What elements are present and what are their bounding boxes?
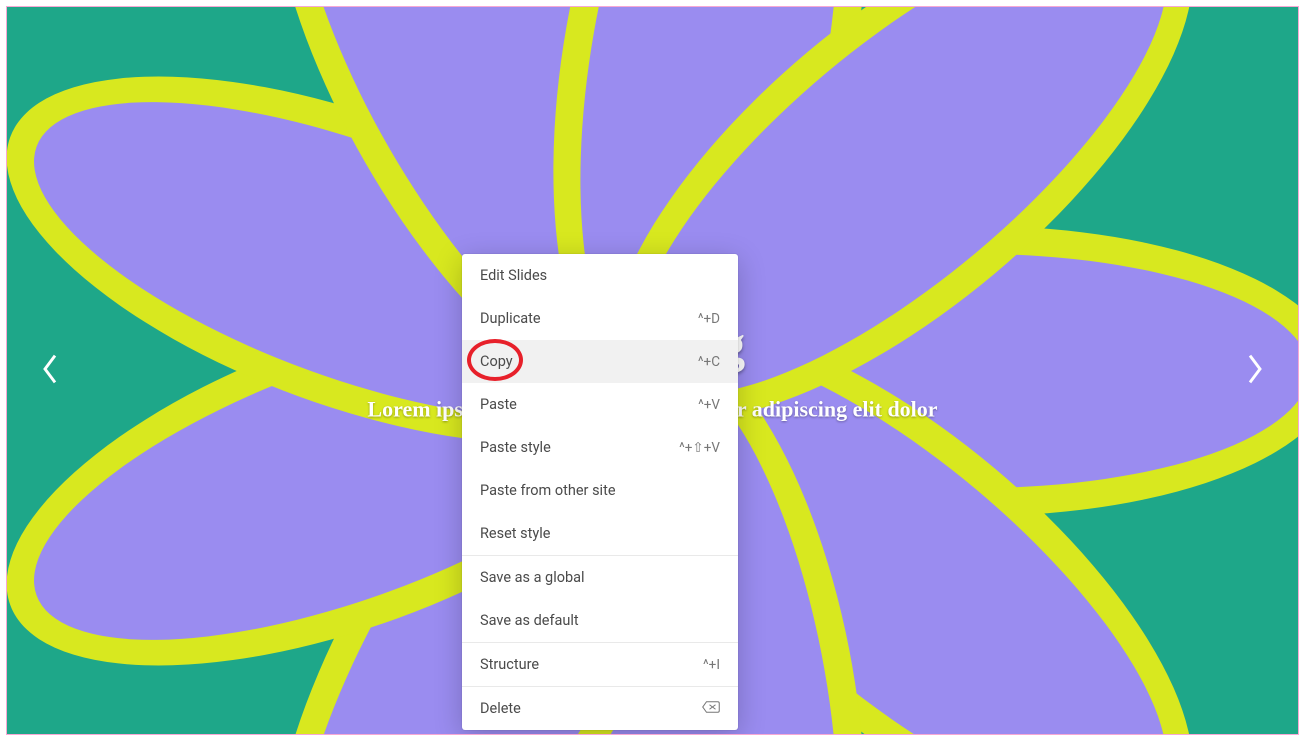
menu-item-duplicate[interactable]: Duplicate ^+D <box>462 297 738 340</box>
prev-arrow[interactable] <box>35 341 65 401</box>
menu-item-shortcut: ^+V <box>698 397 720 413</box>
menu-item-save-as-a-global[interactable]: Save as a global <box>462 556 738 599</box>
menu-item-label: Structure <box>480 656 539 673</box>
menu-item-save-as-default[interactable]: Save as default <box>462 599 738 642</box>
menu-item-label: Delete <box>480 700 521 717</box>
menu-item-structure[interactable]: Structure ^+I <box>462 643 738 686</box>
menu-item-label: Copy <box>480 353 513 370</box>
next-arrow[interactable] <box>1240 341 1270 401</box>
menu-item-paste-style[interactable]: Paste style ^+⇧+V <box>462 426 738 469</box>
menu-item-label: Paste <box>480 396 517 413</box>
menu-item-label: Save as a global <box>480 569 585 586</box>
menu-item-label: Reset style <box>480 525 550 542</box>
menu-item-label: Paste style <box>480 439 551 456</box>
context-menu[interactable]: Edit SlidesDuplicate^+DCopy^+CPaste^+VPa… <box>462 254 738 730</box>
menu-item-paste-from-other-site[interactable]: Paste from other site <box>462 469 738 512</box>
menu-item-paste[interactable]: Paste ^+V <box>462 383 738 426</box>
menu-item-reset-style[interactable]: Reset style <box>462 512 738 555</box>
menu-item-shortcut: ^+C <box>698 354 720 370</box>
menu-item-label: Edit Slides <box>480 267 547 284</box>
chevron-right-icon <box>1245 352 1265 390</box>
chevron-left-icon <box>40 352 60 390</box>
menu-item-label: Duplicate <box>480 310 541 327</box>
menu-item-shortcut: ^+D <box>698 311 720 327</box>
delete-icon <box>702 700 720 718</box>
menu-item-delete[interactable]: Delete <box>462 687 738 730</box>
menu-item-edit-slides[interactable]: Edit Slides <box>462 254 738 297</box>
menu-item-copy[interactable]: Copy ^+C <box>462 340 738 383</box>
menu-item-shortcut: ^+⇧+V <box>679 440 720 456</box>
menu-item-label: Paste from other site <box>480 482 616 499</box>
menu-item-shortcut: ^+I <box>703 657 720 673</box>
menu-item-label: Save as default <box>480 612 579 629</box>
slide-canvas[interactable]: Heading Lorem ipsum dolor sit amet, cons… <box>6 6 1299 735</box>
